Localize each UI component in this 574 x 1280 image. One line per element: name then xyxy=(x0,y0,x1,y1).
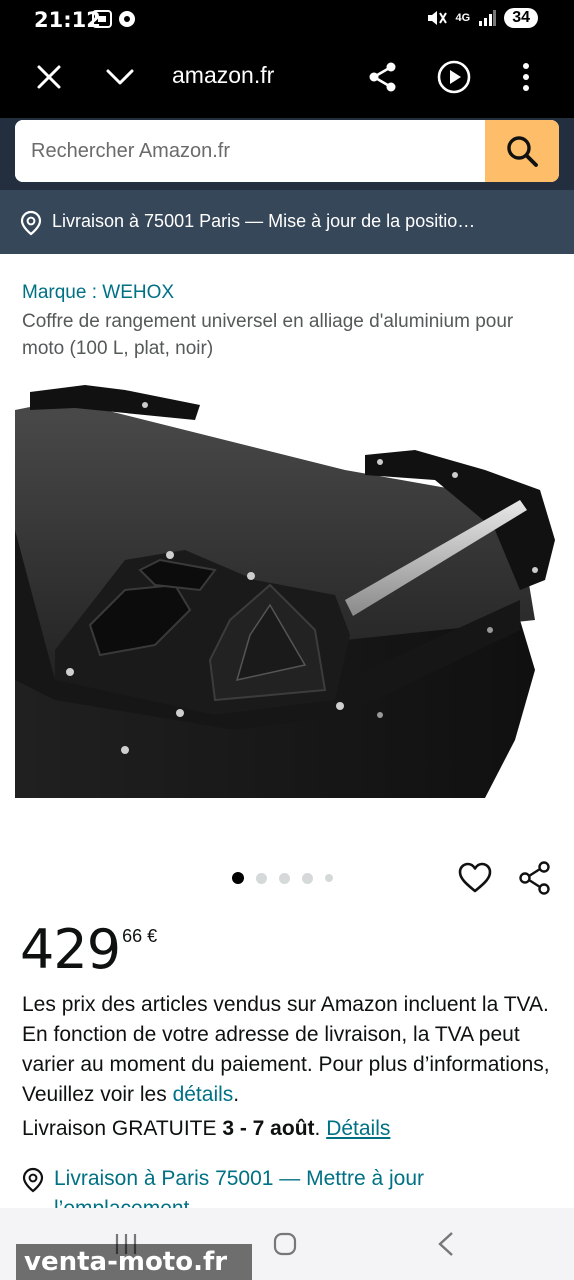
search-button[interactable] xyxy=(485,120,559,182)
search-icon xyxy=(507,136,538,167)
shipping-sep: . xyxy=(314,1117,327,1140)
share-icon[interactable] xyxy=(518,860,552,896)
share-icon[interactable] xyxy=(366,60,400,94)
mute-icon xyxy=(427,11,447,25)
home-icon[interactable] xyxy=(273,1232,297,1256)
back-icon[interactable] xyxy=(436,1230,456,1258)
tva-details-link[interactable]: détails xyxy=(173,1083,234,1106)
amazon-header xyxy=(0,118,574,190)
carousel-dot-4[interactable] xyxy=(302,872,313,884)
status-bar: 21:12 4G 34 xyxy=(0,0,574,40)
shipping-prefix: Livraison GRATUITE xyxy=(22,1117,223,1140)
screen: 21:12 4G 34 amazon.fr Rechercher Amazon.… xyxy=(0,0,574,1280)
browser-toolbar: amazon.fr xyxy=(0,40,574,118)
delivery-location-bar[interactable]: Livraison à 75001 Paris — Mise à jour de… xyxy=(0,190,574,254)
image-carousel-dots[interactable] xyxy=(232,872,333,884)
status-time: 21:12 xyxy=(34,8,101,32)
search-input[interactable] xyxy=(15,120,485,182)
location-line-1: Livraison à Paris 75001 — Mettre à jour xyxy=(54,1167,425,1190)
carousel-dot-1[interactable] xyxy=(232,872,244,884)
more-vertical-icon[interactable] xyxy=(516,60,536,94)
carousel-dot-2[interactable] xyxy=(256,872,267,884)
notification-icons xyxy=(92,8,138,35)
close-icon[interactable] xyxy=(34,62,64,92)
heart-icon[interactable] xyxy=(457,860,493,896)
signal-icon xyxy=(479,10,497,26)
search-box xyxy=(15,120,559,182)
product-title: Coffre de rangement universel en alliage… xyxy=(22,311,514,359)
shipping-dates: 3 - 7 août xyxy=(222,1117,315,1140)
battery-indicator: 34 xyxy=(504,8,538,28)
network-label: 4G xyxy=(455,12,471,24)
shipping-details-link[interactable]: Détails xyxy=(326,1117,390,1140)
chevron-down-icon[interactable] xyxy=(104,62,136,92)
product-image[interactable] xyxy=(15,380,560,798)
watermark: venta-moto.fr xyxy=(16,1244,252,1280)
carousel-dot-3[interactable] xyxy=(279,872,290,884)
delivery-location-text: Livraison à 75001 Paris — Mise à jour de… xyxy=(52,211,476,231)
screenshot-icon xyxy=(92,10,135,28)
tva-notice: Les prix des articles vendus sur Amazon … xyxy=(22,990,562,1110)
price-whole: 429 xyxy=(20,918,121,981)
price-fraction: 66 € xyxy=(122,926,158,946)
carousel-dot-5[interactable] xyxy=(325,874,333,882)
shipping-info: Livraison GRATUITE 3 - 7 août. Détails xyxy=(22,1117,390,1141)
location-pin-icon xyxy=(22,1167,44,1193)
location-pin-icon xyxy=(20,210,42,236)
tva-text: Les prix des articles vendus sur Amazon … xyxy=(22,993,550,1106)
brand-link[interactable]: Marque : WEHOX xyxy=(22,282,174,304)
url-text[interactable]: amazon.fr xyxy=(172,62,274,89)
play-icon[interactable] xyxy=(436,59,472,95)
price: 429 66 € xyxy=(20,918,157,981)
tva-end: . xyxy=(233,1083,240,1106)
status-right: 4G 34 xyxy=(426,8,538,28)
